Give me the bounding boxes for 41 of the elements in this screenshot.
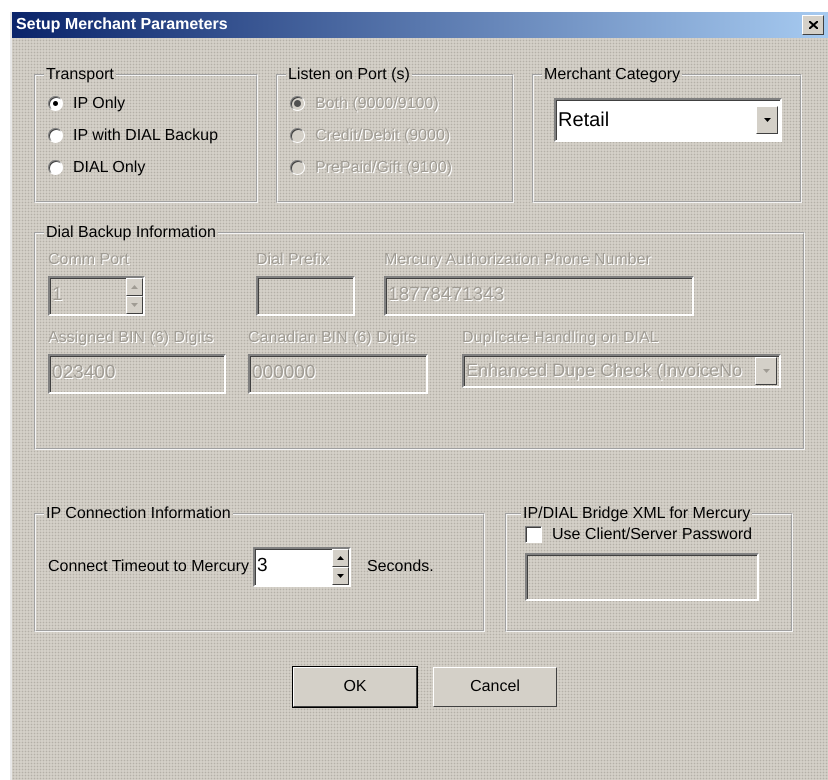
- group-label: Dial Backup Information: [45, 224, 217, 242]
- radio-label: PrePaid/Gift (9100): [315, 158, 452, 178]
- radio-label: DIAL Only: [73, 158, 146, 178]
- radio-button[interactable]: [48, 160, 63, 176]
- dropdown-button[interactable]: [756, 106, 778, 134]
- checkbox-label: Use Client/Server Password: [552, 524, 752, 545]
- field-label: Comm Port: [48, 250, 130, 270]
- dialog-button[interactable]: OK: [293, 667, 417, 707]
- field-label: Duplicate Handling on DIAL: [462, 328, 660, 348]
- close-button[interactable]: [802, 15, 824, 35]
- dropdown[interactable]: Retail: [554, 98, 782, 142]
- dialog-button[interactable]: Cancel: [433, 667, 557, 707]
- radio-button[interactable]: [48, 96, 63, 112]
- radio-label: Both (9000/9100): [315, 94, 439, 114]
- down-arrow-icon: [336, 574, 344, 578]
- close-icon: [808, 21, 818, 29]
- group-label: IP Connection Information: [45, 505, 232, 523]
- group-label: Listen on Port (s): [287, 66, 411, 84]
- down-arrow-icon: [764, 118, 770, 122]
- number-field[interactable]: 3: [252, 546, 351, 587]
- field-label: Dial Prefix: [256, 250, 330, 270]
- checkbox[interactable]: [525, 526, 542, 544]
- group-label: IP/DIAL Bridge XML for Mercury: [522, 505, 752, 523]
- down-arrow-icon: [131, 302, 138, 307]
- radio-button[interactable]: [48, 128, 63, 144]
- group-label: Transport: [45, 66, 115, 84]
- down-arrow-icon: [762, 368, 770, 373]
- field-label: Assigned BIN (6) Digits: [48, 328, 214, 348]
- unit-label: Seconds.: [366, 556, 434, 577]
- window-title: Setup Merchant Parameters: [16, 15, 228, 35]
- up-arrow-icon: [336, 556, 344, 560]
- spin-down-button[interactable]: [332, 566, 349, 585]
- spin-up-button[interactable]: [332, 548, 349, 567]
- up-arrow-icon: [131, 284, 138, 289]
- radio-label: IP Only: [73, 94, 126, 114]
- field-label: Connect Timeout to Mercury: [48, 556, 249, 577]
- field-label: Mercury Authorization Phone Number: [384, 250, 652, 270]
- group-label: Merchant Category: [543, 66, 682, 84]
- field-label: Canadian BIN (6) Digits: [248, 328, 418, 348]
- radio-label: Credit/Debit (9000): [315, 126, 450, 146]
- radio-label: IP with DIAL Backup: [73, 126, 218, 146]
